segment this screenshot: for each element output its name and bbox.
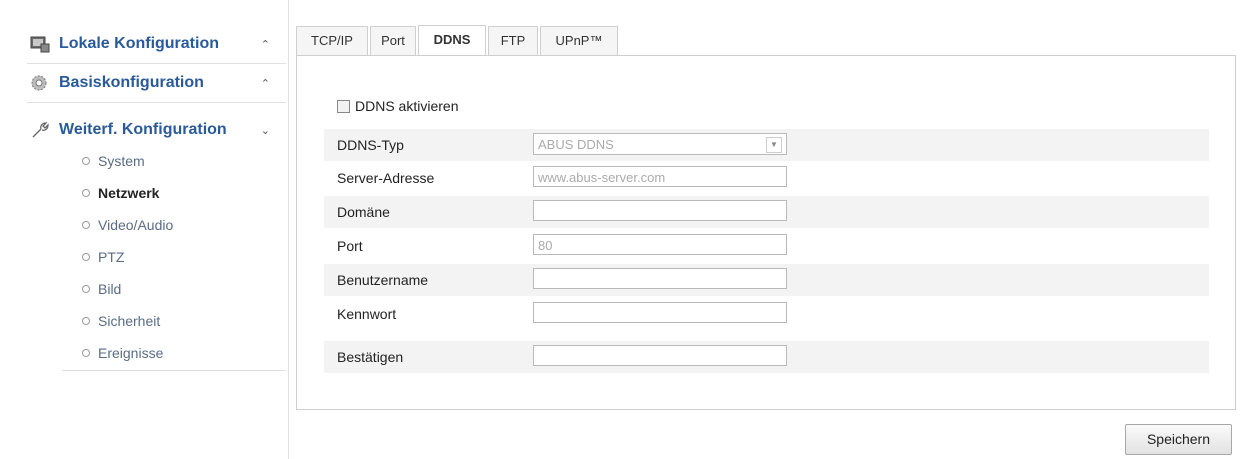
port-input[interactable]: 80 [533,234,787,255]
password-input[interactable] [533,302,787,323]
username-input[interactable] [533,268,787,289]
ddns-type-select[interactable]: ABUS DDNS ▼ [533,133,787,155]
sidebar-item-netzwerk[interactable]: Netzwerk [82,185,282,201]
tab-port[interactable]: Port [370,26,416,55]
row-server-adresse: Server-Adresse www.abus-server.com [324,162,1209,194]
section-title: Basiskonfiguration [59,74,204,91]
wrench-icon [30,121,50,139]
sidebar-item-video-audio[interactable]: Video/Audio [82,217,282,233]
server-address-input[interactable]: www.abus-server.com [533,166,787,187]
section-lokale-konfiguration[interactable]: Lokale Konfiguration ⌃ [27,25,286,64]
field-label: Domäne [337,204,390,220]
section-title: Weiterf. Konfiguration [59,121,227,138]
tab-tcp-ip[interactable]: TCP/IP [296,26,368,55]
domain-input[interactable] [533,200,787,221]
monitor-icon [30,35,50,53]
chevron-down-icon[interactable]: ⌄ [261,124,270,137]
row-benutzername: Benutzername [324,264,1209,296]
bullet-icon [82,285,90,294]
sidebar-item-ptz[interactable]: PTZ [82,249,282,265]
chevron-up-icon[interactable]: ⌃ [261,77,270,90]
row-domaene: Domäne [324,196,1209,228]
tab-ddns[interactable]: DDNS [418,25,486,56]
section-title: Lokale Konfiguration [59,35,219,52]
row-bestaetigen: Bestätigen [324,341,1209,373]
checkbox-icon[interactable] [337,99,350,113]
row-kennwort: Kennwort [324,298,1209,330]
tab-upnp[interactable]: UPnP™ [540,26,618,55]
section-basiskonfiguration[interactable]: Basiskonfiguration ⌃ [27,64,286,103]
field-label: Server-Adresse [337,170,435,186]
bullet-icon [82,221,90,230]
row-ddns-typ: DDNS-Typ ABUS DDNS ▼ [324,129,1209,161]
field-label: Kennwort [337,306,397,322]
confirm-password-input[interactable] [533,345,787,366]
divider [62,370,286,371]
dropdown-arrow-icon[interactable]: ▼ [766,137,782,153]
sidebar-item-system[interactable]: System [82,153,282,169]
field-label: DDNS-Typ [337,137,404,153]
field-label: Benutzername [337,272,429,288]
row-port: Port 80 [324,230,1209,262]
gear-icon [30,74,50,92]
save-button[interactable]: Speichern [1125,424,1232,455]
bullet-icon [82,253,90,262]
bullet-icon [82,157,90,166]
tab-ftp[interactable]: FTP [488,26,538,55]
field-label: Port [337,238,363,254]
sidebar-item-bild[interactable]: Bild [82,281,282,297]
field-label: Bestätigen [337,349,404,365]
chevron-up-icon[interactable]: ⌃ [261,38,270,51]
sidebar-item-ereignisse[interactable]: Ereignisse [82,345,282,361]
ddns-enable-checkbox[interactable]: DDNS aktivieren [337,98,458,114]
bullet-icon [82,349,90,358]
bullet-icon [82,317,90,326]
section-weiterf-konfiguration[interactable]: Weiterf. Konfiguration ⌄ [27,111,286,149]
sidebar-item-sicherheit[interactable]: Sicherheit [82,313,282,329]
bullet-icon [82,189,90,198]
